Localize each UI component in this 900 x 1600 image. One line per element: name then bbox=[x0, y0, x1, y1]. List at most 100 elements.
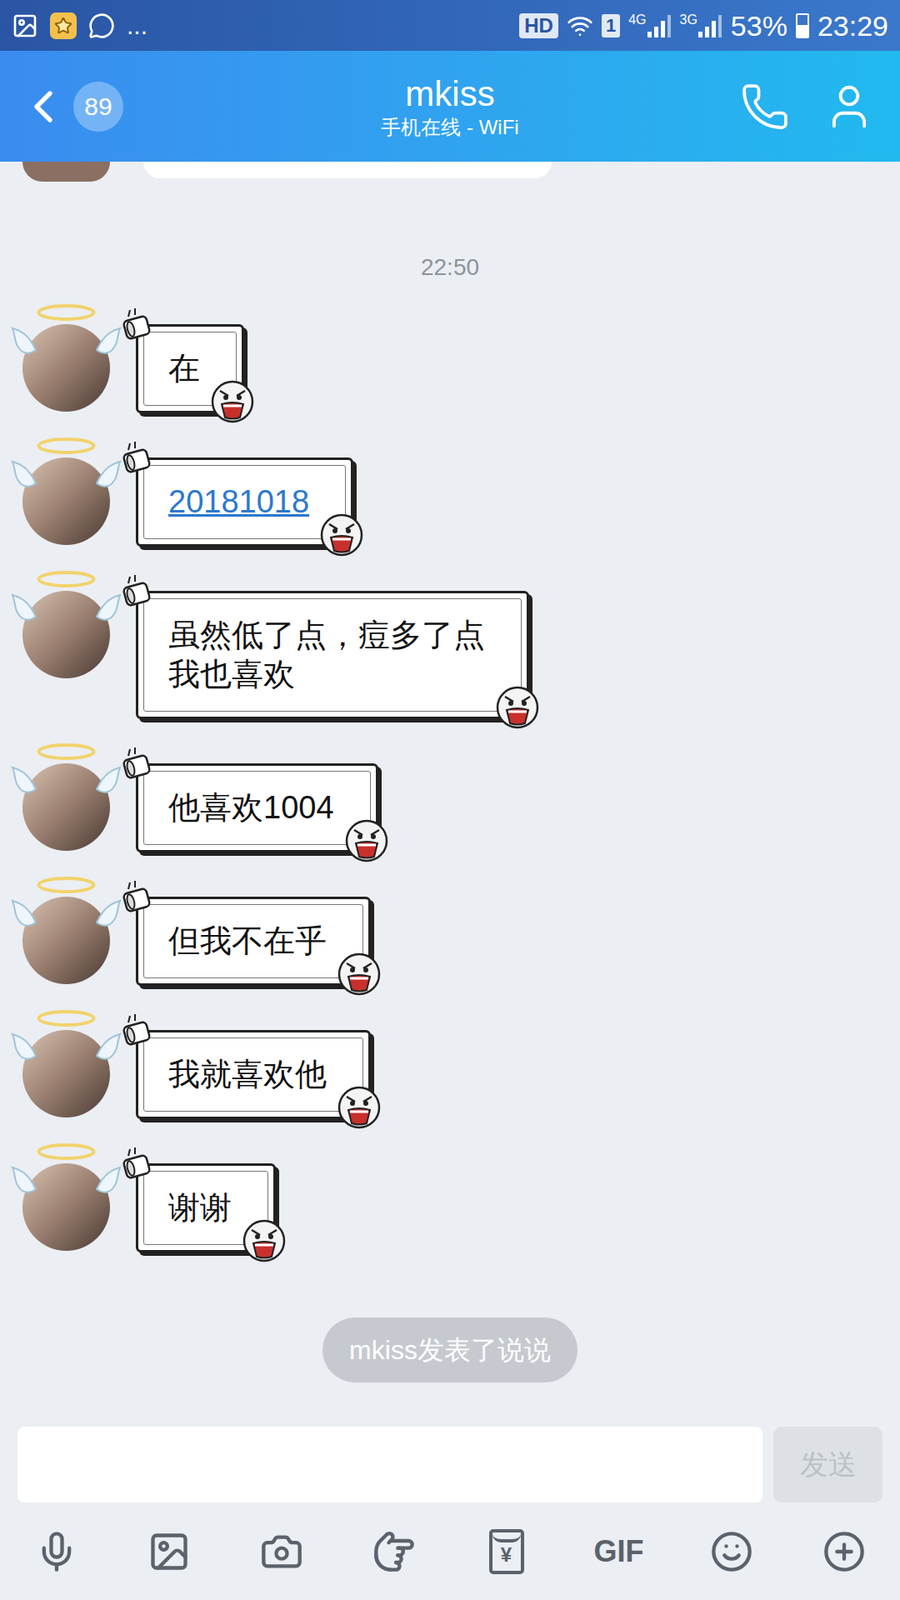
voice-icon[interactable] bbox=[35, 1530, 79, 1574]
wings-icon bbox=[10, 1030, 122, 1068]
app-star-icon bbox=[50, 12, 77, 40]
clock: 23:29 bbox=[817, 11, 889, 40]
message-row: 他喜欢1004 bbox=[0, 742, 900, 853]
toolbar-item[interactable] bbox=[787, 1530, 900, 1574]
image-icon[interactable] bbox=[147, 1530, 191, 1574]
paper-roll-icon bbox=[121, 1145, 155, 1181]
more-notifications: ... bbox=[126, 13, 148, 39]
qq-chat-screen: ...HD14G3G53%23:2989mkiss手机在线 - WiFi22:5… bbox=[0, 0, 900, 1600]
unread-badge: 89 bbox=[73, 81, 124, 132]
halo-icon bbox=[35, 570, 97, 589]
rage-face-icon bbox=[344, 818, 390, 864]
network-type: 3G bbox=[680, 13, 698, 27]
message-row: 谢谢 bbox=[0, 1142, 900, 1253]
avatar[interactable] bbox=[22, 436, 110, 545]
wings-icon bbox=[10, 591, 122, 629]
paper-roll-icon bbox=[121, 1012, 155, 1048]
toolbar-item[interactable]: ¥ bbox=[450, 1529, 563, 1575]
avatar[interactable] bbox=[22, 303, 110, 412]
send-button[interactable]: 发送 bbox=[773, 1426, 883, 1503]
message-bubble[interactable]: 但我不在乎 bbox=[135, 896, 371, 986]
back-arrow-icon bbox=[16, 80, 70, 134]
message-row: 但我不在乎 bbox=[0, 875, 900, 986]
halo-icon bbox=[35, 1009, 97, 1028]
wings-icon bbox=[10, 458, 122, 495]
toolbar-item[interactable] bbox=[675, 1530, 788, 1574]
message-text: 虽然低了点，痘多了点 bbox=[168, 615, 485, 655]
avatar[interactable] bbox=[22, 1142, 110, 1251]
profile-icon[interactable] bbox=[823, 80, 875, 133]
message-text: 在 bbox=[168, 349, 200, 389]
back-button[interactable]: 89 bbox=[16, 80, 381, 134]
halo-icon bbox=[35, 303, 97, 322]
message-text: 我也喜欢 bbox=[168, 655, 485, 695]
message-row: 虽然低了点，痘多了点我也喜欢 bbox=[0, 570, 900, 720]
message-link[interactable]: 20181018 bbox=[168, 482, 310, 522]
avatar[interactable] bbox=[22, 742, 110, 851]
avatar[interactable] bbox=[22, 1009, 110, 1118]
toolbar-item[interactable] bbox=[337, 1530, 450, 1574]
message-text: 我就喜欢他 bbox=[168, 1055, 327, 1095]
toolbar-item[interactable]: GIF bbox=[562, 1536, 675, 1567]
emoji-icon[interactable] bbox=[710, 1530, 754, 1574]
paper-roll-icon bbox=[121, 745, 155, 781]
message-text: 谢谢 bbox=[168, 1188, 232, 1228]
message-bubble[interactable]: 他喜欢1004 bbox=[135, 763, 379, 853]
halo-icon bbox=[35, 742, 97, 761]
toolbar-item[interactable] bbox=[0, 1530, 113, 1574]
message-bubble[interactable]: 谢谢 bbox=[135, 1163, 276, 1253]
signal-icon bbox=[697, 13, 723, 39]
wings-icon bbox=[10, 1164, 122, 1201]
avatar[interactable] bbox=[22, 570, 110, 679]
phone-icon[interactable] bbox=[740, 81, 790, 132]
gif-button[interactable]: GIF bbox=[590, 1536, 648, 1567]
timestamp: 22:50 bbox=[420, 252, 480, 283]
sim-badge: 1 bbox=[601, 14, 620, 38]
hd-badge: HD bbox=[519, 13, 559, 39]
more-icon[interactable] bbox=[822, 1530, 866, 1574]
previous-message-fragment bbox=[0, 161, 900, 182]
rage-face-icon bbox=[319, 512, 365, 558]
halo-icon bbox=[35, 875, 97, 895]
message-row: 我就喜欢他 bbox=[0, 1009, 900, 1120]
message-bubble[interactable]: 20181018 bbox=[135, 457, 354, 547]
message-input[interactable] bbox=[17, 1426, 763, 1503]
message-bubble[interactable]: 虽然低了点，痘多了点我也喜欢 bbox=[135, 590, 530, 720]
avatar-photo bbox=[22, 590, 110, 679]
rage-face-icon bbox=[336, 1085, 382, 1130]
halo-icon bbox=[35, 1142, 97, 1161]
wings-icon bbox=[10, 764, 122, 801]
rage-face-icon bbox=[241, 1218, 287, 1264]
wechat-icon bbox=[88, 12, 115, 40]
battery-icon bbox=[795, 13, 810, 39]
wifi-icon bbox=[566, 12, 594, 40]
message-text: 但我不在乎 bbox=[168, 921, 327, 961]
rage-face-icon bbox=[336, 951, 382, 997]
toolbar: ¥ GIF bbox=[0, 1502, 900, 1600]
avatar-photo bbox=[22, 896, 110, 985]
paper-roll-icon bbox=[121, 306, 155, 342]
status-bar: ... HD 1 4G 3G 53% 23:29 bbox=[0, 0, 900, 51]
battery-percent: 53% bbox=[730, 11, 788, 40]
paper-roll-icon bbox=[121, 879, 155, 915]
halo-icon bbox=[35, 436, 97, 455]
avatar-photo bbox=[22, 457, 110, 545]
network-type: 4G bbox=[628, 13, 646, 27]
avatar[interactable] bbox=[22, 875, 110, 985]
message-text: 他喜欢1004 bbox=[168, 788, 335, 828]
poke-icon[interactable] bbox=[372, 1530, 416, 1574]
camera-icon[interactable] bbox=[260, 1530, 304, 1574]
red-packet-icon[interactable]: ¥ bbox=[489, 1529, 525, 1575]
message-row: 在 bbox=[0, 303, 900, 414]
avatar-photo bbox=[22, 1163, 110, 1251]
chat-header: 89mkiss手机在线 - WiFi bbox=[0, 50, 900, 162]
rage-face-icon bbox=[210, 379, 255, 425]
toolbar-item[interactable] bbox=[225, 1530, 338, 1574]
message-bubble[interactable]: 在 bbox=[135, 324, 245, 414]
chat-title: mkiss bbox=[405, 73, 495, 115]
message-list: 22:50 在 20181018 虽然低了点，痘多了点我也喜欢他喜欢1004 但我不在乎… bbox=[0, 161, 900, 1417]
wings-icon bbox=[10, 325, 122, 362]
message-bubble[interactable]: 我就喜欢他 bbox=[135, 1030, 371, 1120]
toolbar-item[interactable] bbox=[112, 1530, 225, 1574]
paper-roll-icon bbox=[121, 573, 155, 609]
